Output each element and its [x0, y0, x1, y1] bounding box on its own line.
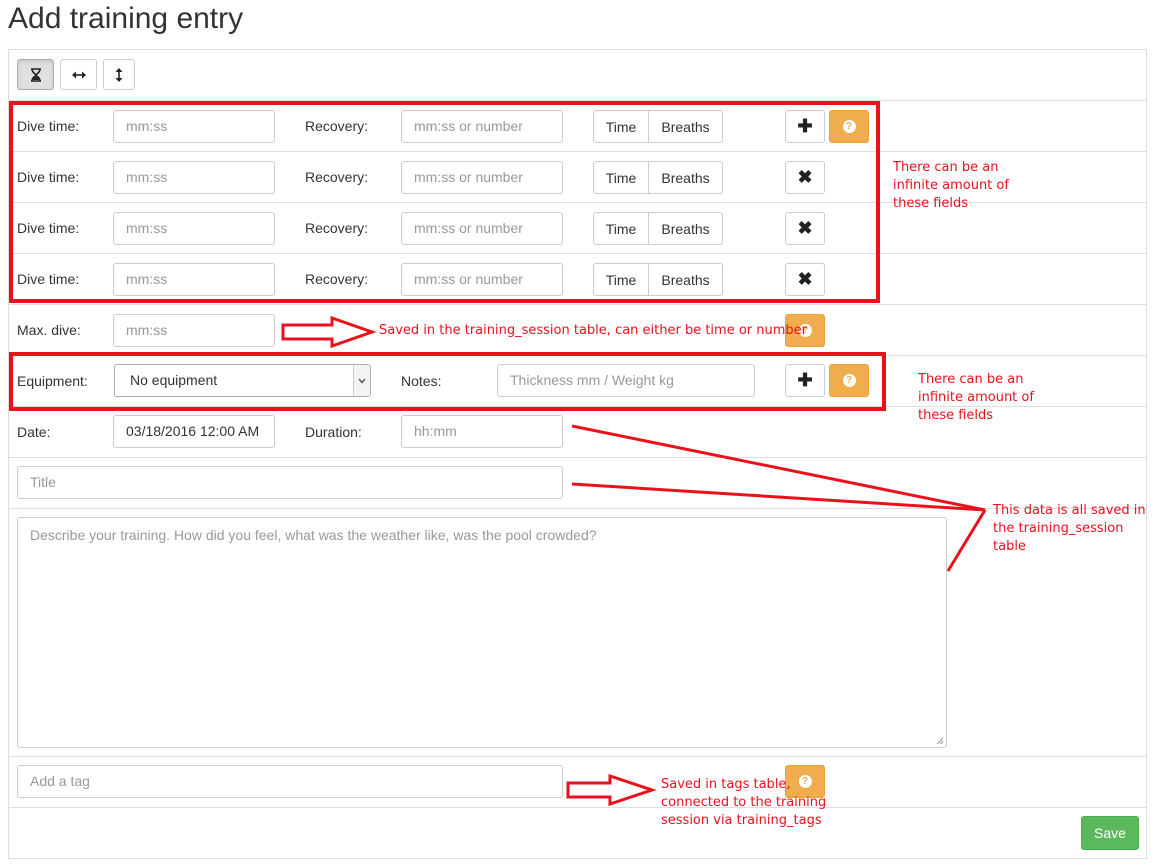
vertical-arrows-icon: [115, 67, 123, 82]
note-line: This data is all saved in: [993, 503, 1146, 518]
row-divider: [9, 756, 1146, 757]
equipment-highlight-box: [9, 352, 886, 411]
note-line: There can be an: [918, 372, 1024, 387]
dive-rows-highlight-box: [9, 101, 880, 303]
note-line: infinite amount of: [893, 178, 1009, 193]
tag-input[interactable]: Add a tag: [17, 765, 563, 798]
session-note: This data is all saved in the training_s…: [993, 502, 1146, 556]
note-line: table: [993, 539, 1026, 554]
vertical-toggle-button[interactable]: [103, 59, 135, 90]
duration-input[interactable]: hh:mm: [401, 415, 563, 448]
row-divider: [9, 457, 1146, 458]
tags-note: Saved in tags table, connected to the tr…: [661, 776, 826, 830]
description-placeholder: Describe your training. How did you feel…: [30, 527, 597, 543]
note-line: session via training_tags: [661, 813, 822, 828]
horizontal-arrows-icon: [71, 71, 86, 78]
horizontal-toggle-button[interactable]: [60, 59, 97, 90]
date-label: Date:: [17, 424, 51, 440]
row-divider: [9, 304, 1146, 305]
hourglass-toggle-button[interactable]: [17, 59, 54, 90]
date-input[interactable]: 03/18/2016 12:00 AM: [113, 415, 275, 448]
equipment-note: There can be an infinite amount of these…: [918, 371, 1034, 425]
max-dive-label: Max. dive:: [17, 322, 81, 338]
duration-label: Duration:: [305, 424, 362, 440]
resize-grip-icon[interactable]: [936, 737, 944, 745]
hourglass-icon: [30, 67, 41, 82]
note-line: the training_session: [993, 521, 1124, 536]
description-textarea[interactable]: Describe your training. How did you feel…: [17, 517, 947, 748]
save-button[interactable]: Save: [1081, 816, 1139, 850]
title-input[interactable]: Title: [17, 466, 563, 499]
note-line: these fields: [893, 196, 969, 211]
max-dive-note: Saved in the training_session table, can…: [379, 323, 808, 338]
note-line: connected to the training: [661, 795, 827, 810]
note-line: Saved in tags table,: [661, 777, 791, 792]
page-title: Add training entry: [8, 2, 244, 35]
note-line: infinite amount of: [918, 390, 1034, 405]
dive-rows-note: There can be an infinite amount of these…: [893, 159, 1009, 213]
note-line: these fields: [918, 408, 994, 423]
max-dive-input[interactable]: mm:ss: [113, 314, 275, 347]
row-divider: [9, 807, 1146, 808]
note-line: There can be an: [893, 160, 999, 175]
row-divider: [9, 508, 1146, 509]
